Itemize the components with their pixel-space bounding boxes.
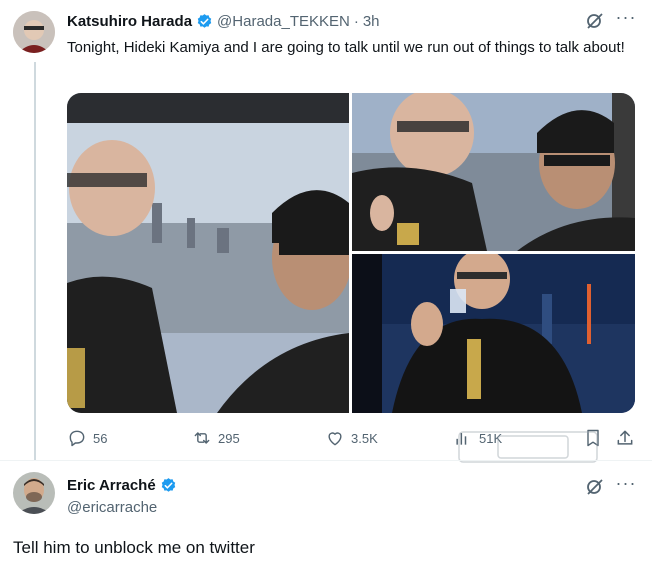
tweet-header: Katsuhiro Harada @Harada_TEKKEN · 3h xyxy=(67,11,380,31)
reply-count: 56 xyxy=(93,430,108,446)
grok-icon[interactable] xyxy=(585,477,605,497)
repost-icon xyxy=(194,432,210,444)
repost-action[interactable]: 295 xyxy=(192,428,240,448)
verified-badge-icon xyxy=(197,13,212,28)
reply-header: Eric Arraché xyxy=(67,477,177,494)
reply-avatar[interactable] xyxy=(13,472,55,514)
photo-3[interactable] xyxy=(352,254,635,413)
author-handle[interactable]: @Harada_TEKKEN xyxy=(217,13,350,30)
avatar-image xyxy=(13,11,55,53)
tweet-text: Tonight, Hideki Kamiya and I are going t… xyxy=(67,39,625,56)
share-icon[interactable] xyxy=(615,428,635,448)
more-icon[interactable]: ··· xyxy=(615,473,637,493)
author-name[interactable]: Katsuhiro Harada xyxy=(67,13,192,30)
like-action[interactable]: 3.5K xyxy=(325,428,378,448)
reply-icon xyxy=(69,430,85,447)
watermark-logo xyxy=(458,428,598,464)
reply-author-handle[interactable]: @ericarrache xyxy=(67,499,157,516)
repost-count: 295 xyxy=(218,430,240,446)
header-separator: · xyxy=(353,12,359,30)
tweet-media[interactable] xyxy=(67,93,635,413)
like-count: 3.5K xyxy=(351,430,378,446)
reply-avatar-image xyxy=(13,472,55,514)
more-icon[interactable]: ··· xyxy=(615,7,637,27)
author-avatar[interactable] xyxy=(13,11,55,53)
divider xyxy=(0,460,652,461)
reply-text: Tell him to unblock me on twitter xyxy=(13,538,255,557)
reply-author-name[interactable]: Eric Arraché xyxy=(67,477,156,494)
grok-icon[interactable] xyxy=(585,11,605,31)
photo-2[interactable] xyxy=(352,93,635,251)
thread-line xyxy=(34,62,36,460)
tweet-time[interactable]: 3h xyxy=(363,13,380,30)
reply-action[interactable]: 56 xyxy=(67,428,107,448)
photo-1[interactable] xyxy=(67,93,349,413)
verified-badge-icon xyxy=(161,478,175,492)
heart-icon xyxy=(328,432,342,446)
